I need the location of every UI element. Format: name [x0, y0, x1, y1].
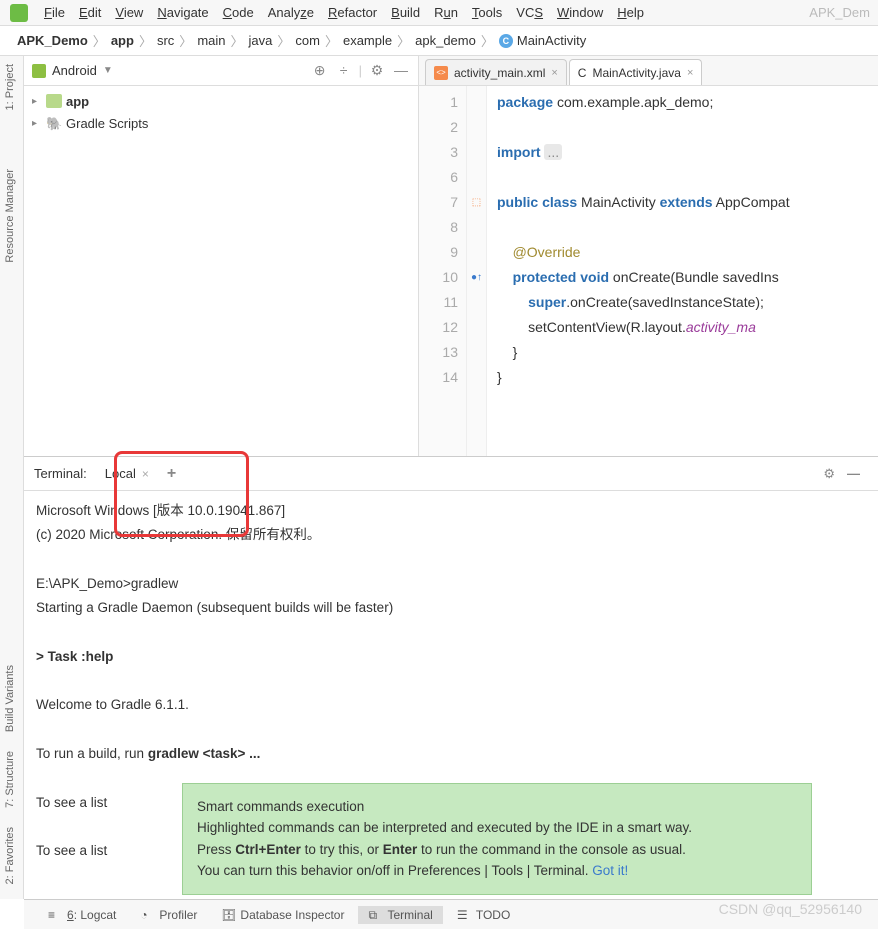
tree-node-app[interactable]: ▸ app: [32, 90, 410, 112]
project-name-dim: APK_Dem: [809, 5, 878, 20]
expand-icon[interactable]: ▸: [32, 96, 42, 107]
gear-icon[interactable]: ⚙: [368, 62, 386, 80]
tool-tab-todo[interactable]: ☰TODO: [447, 906, 520, 924]
menu-file[interactable]: File: [38, 3, 71, 22]
tool-tab-terminal[interactable]: ⧉Terminal: [358, 906, 442, 924]
tree-node-gradle[interactable]: ▸ 🐘 Gradle Scripts: [32, 112, 410, 134]
menu-analyze[interactable]: Analyze: [262, 3, 320, 22]
watermark: CSDN @qq_52956140: [719, 901, 862, 917]
terminal-output[interactable]: Microsoft Windows [版本 10.0.19041.867] (c…: [24, 491, 878, 899]
class-icon: C: [499, 34, 513, 48]
chevron-down-icon[interactable]: ▼: [103, 65, 113, 76]
close-tab-icon[interactable]: ×: [551, 67, 557, 79]
navigation-bar: APK_Demo 〉 app 〉 src 〉 main 〉 java 〉 com…: [0, 26, 878, 56]
gear-icon[interactable]: ⚙: [819, 462, 839, 486]
breadcrumb-java[interactable]: java: [246, 33, 276, 48]
got-it-link[interactable]: Got it!: [592, 863, 628, 878]
terminal-tab-local[interactable]: Local ×: [95, 462, 159, 485]
breadcrumb-com[interactable]: com: [292, 33, 323, 48]
collapse-all-icon[interactable]: ÷: [335, 62, 353, 80]
tooltip-line2: Highlighted commands can be interpreted …: [197, 817, 797, 839]
close-icon[interactable]: ×: [142, 467, 149, 481]
menu-view[interactable]: View: [109, 3, 149, 22]
new-terminal-tab-icon[interactable]: +: [159, 461, 184, 487]
close-tab-icon[interactable]: ×: [687, 67, 693, 79]
tool-tab-resource-manager[interactable]: Resource Manager: [0, 161, 20, 271]
code-editor[interactable]: 12367891011121314 ⬚●↑ package com.exampl…: [419, 86, 878, 456]
breadcrumb-file[interactable]: CMainActivity: [496, 33, 589, 48]
main-menu-bar: File Edit View Navigate Code Analyze Ref…: [0, 0, 878, 26]
tooltip-line4: You can turn this behavior on/off in Pre…: [197, 860, 797, 882]
menu-refactor[interactable]: Refactor: [322, 3, 383, 22]
menu-help[interactable]: Help: [611, 3, 650, 22]
editor-tab-mainactivity-java[interactable]: C MainActivity.java ×: [569, 59, 703, 85]
android-studio-logo-icon: [10, 4, 28, 22]
breadcrumb-app[interactable]: app: [111, 33, 134, 48]
tool-tab-db-inspector[interactable]: 🗄Database Inspector: [211, 906, 354, 924]
project-view-mode[interactable]: Android: [52, 63, 97, 78]
menu-run[interactable]: Run: [428, 3, 464, 22]
editor-area: <> activity_main.xml × C MainActivity.ja…: [419, 56, 878, 456]
tooltip-title: Smart commands execution: [197, 796, 797, 818]
line-number-gutter: 12367891011121314: [419, 86, 467, 456]
class-icon: C: [578, 66, 587, 80]
tool-tab-structure[interactable]: 7: Structure: [0, 743, 20, 816]
icon-gutter: ⬚●↑: [467, 86, 487, 456]
menu-tools[interactable]: Tools: [466, 3, 508, 22]
tool-tab-build-variants[interactable]: Build Variants: [0, 657, 20, 740]
left-tool-stripe: 1: Project Resource Manager Build Varian…: [0, 56, 24, 899]
select-opened-file-icon[interactable]: ⊕: [311, 62, 329, 80]
android-icon: [32, 64, 46, 78]
breadcrumb-main[interactable]: main: [194, 33, 228, 48]
hide-icon[interactable]: —: [839, 462, 868, 485]
menu-build[interactable]: Build: [385, 3, 426, 22]
tool-tab-profiler[interactable]: ◔Profiler: [130, 906, 207, 924]
terminal-label: Terminal:: [34, 466, 87, 481]
menu-vcs[interactable]: VCS: [510, 3, 549, 22]
expand-icon[interactable]: ▸: [32, 118, 42, 129]
breadcrumb-pkg[interactable]: apk_demo: [412, 33, 479, 48]
breadcrumb-root[interactable]: APK_Demo: [17, 33, 88, 48]
tool-tab-project[interactable]: 1: Project: [0, 56, 20, 118]
smart-commands-tooltip: Smart commands execution Highlighted com…: [182, 783, 812, 895]
hide-icon[interactable]: —: [392, 62, 410, 80]
module-icon: [46, 94, 62, 108]
menu-code[interactable]: Code: [217, 3, 260, 22]
menu-edit[interactable]: Edit: [73, 3, 107, 22]
tooltip-line3: Press Ctrl+Enter to try this, or Enter t…: [197, 839, 797, 861]
tool-tab-favorites[interactable]: 2: Favorites: [0, 819, 20, 892]
menu-navigate[interactable]: Navigate: [151, 3, 214, 22]
xml-file-icon: <>: [434, 66, 448, 80]
terminal-tool-window: Terminal: Local × + ⚙ — Microsoft Window…: [24, 456, 878, 899]
breadcrumb-example[interactable]: example: [340, 33, 395, 48]
breadcrumb-src[interactable]: src: [154, 33, 177, 48]
tool-tab-logcat[interactable]: ≡6: Logcat: [38, 906, 126, 924]
gradle-icon: 🐘: [46, 116, 62, 130]
menu-window[interactable]: Window: [551, 3, 609, 22]
editor-tab-activity-main-xml[interactable]: <> activity_main.xml ×: [425, 59, 567, 85]
project-tool-window: Android ▼ ⊕ ÷ | ⚙ — ▸ app ▸ 🐘 Gradle Scr…: [24, 56, 419, 456]
